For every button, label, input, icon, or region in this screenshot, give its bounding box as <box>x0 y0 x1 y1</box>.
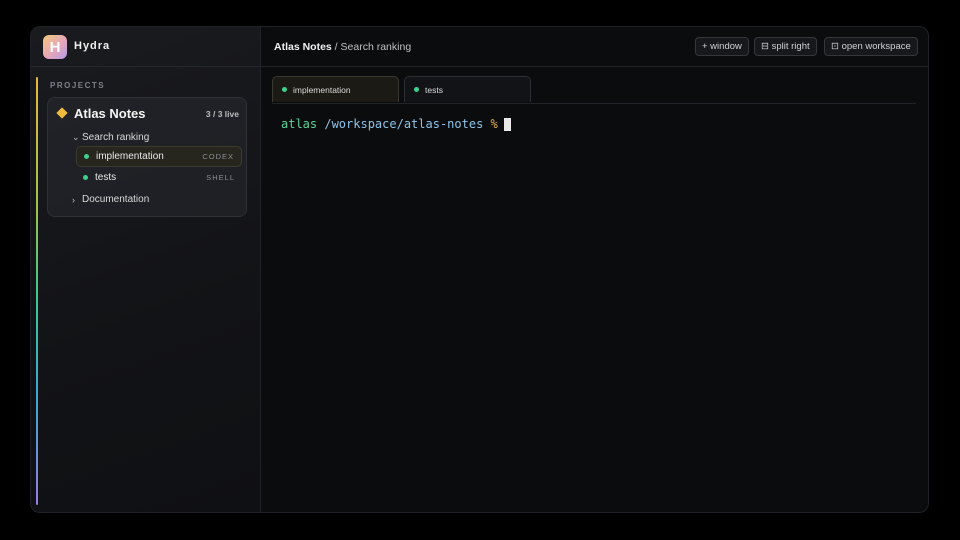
group-label: Documentation <box>82 194 150 205</box>
open-workspace-button[interactable]: ⊡ open workspace <box>824 37 918 56</box>
project-name: Atlas Notes <box>74 106 146 121</box>
session-tag: CODEX <box>202 152 234 161</box>
breadcrumb-project[interactable]: Atlas Notes <box>274 41 332 53</box>
terminal-path: /workspace/atlas-notes <box>324 117 484 131</box>
breadcrumb-group: Search ranking <box>340 41 412 53</box>
project-card-atlas-notes[interactable]: Atlas Notes 3 / 3 live ⌄ Search ranking … <box>47 97 247 217</box>
session-tag: SHELL <box>206 173 235 182</box>
top-bar: Atlas Notes / Search ranking + window ⊟ … <box>261 27 928 67</box>
breadcrumb-separator: / <box>331 41 341 53</box>
chevron-down-icon: ⌄ <box>72 131 80 142</box>
brand-header: H Hydra <box>31 27 260 67</box>
chevron-right-icon: › <box>72 194 75 205</box>
projects-section-label: PROJECTS <box>50 81 106 90</box>
session-implementation[interactable]: implementation CODEX <box>76 146 242 167</box>
brand-logo: H <box>43 35 67 59</box>
group-search-ranking[interactable]: ⌄ Search ranking <box>72 130 149 144</box>
tab-tests[interactable]: tests <box>404 76 531 102</box>
breadcrumb: Atlas Notes / Search ranking <box>274 41 411 53</box>
terminal-tab-bar: implementation tests <box>272 76 916 104</box>
group-label: Search ranking <box>82 131 150 143</box>
session-name: implementation <box>96 151 164 162</box>
session-tests[interactable]: tests SHELL <box>76 167 242 188</box>
tab-label: implementation <box>293 84 351 95</box>
live-session-count: 3 / 3 live <box>205 109 239 119</box>
split-right-button[interactable]: ⊟ split right <box>754 37 817 56</box>
status-dot-icon <box>282 87 287 92</box>
status-dot-icon <box>414 87 419 92</box>
status-dot-icon <box>83 175 88 180</box>
terminal-cursor <box>503 117 511 131</box>
brand-name: Hydra <box>74 40 111 52</box>
session-name: tests <box>95 172 117 183</box>
tab-label: tests <box>425 84 443 95</box>
tab-implementation[interactable]: implementation <box>272 76 399 102</box>
status-dot-icon <box>84 154 89 159</box>
sidebar-accent-rail <box>36 77 38 505</box>
app-window: H Hydra PROJECTS Atlas Notes 3 / 3 live … <box>30 26 929 513</box>
terminal-prompt[interactable]: atlas /workspace/atlas-notes % <box>281 117 511 131</box>
sidebar: H Hydra PROJECTS Atlas Notes 3 / 3 live … <box>31 27 261 512</box>
new-window-button[interactable]: + window <box>695 37 749 56</box>
terminal-prompt-symbol: % <box>490 117 498 131</box>
project-diamond-icon <box>56 107 68 119</box>
terminal-user: atlas <box>281 117 318 131</box>
group-documentation[interactable]: › Documentation <box>72 194 149 205</box>
